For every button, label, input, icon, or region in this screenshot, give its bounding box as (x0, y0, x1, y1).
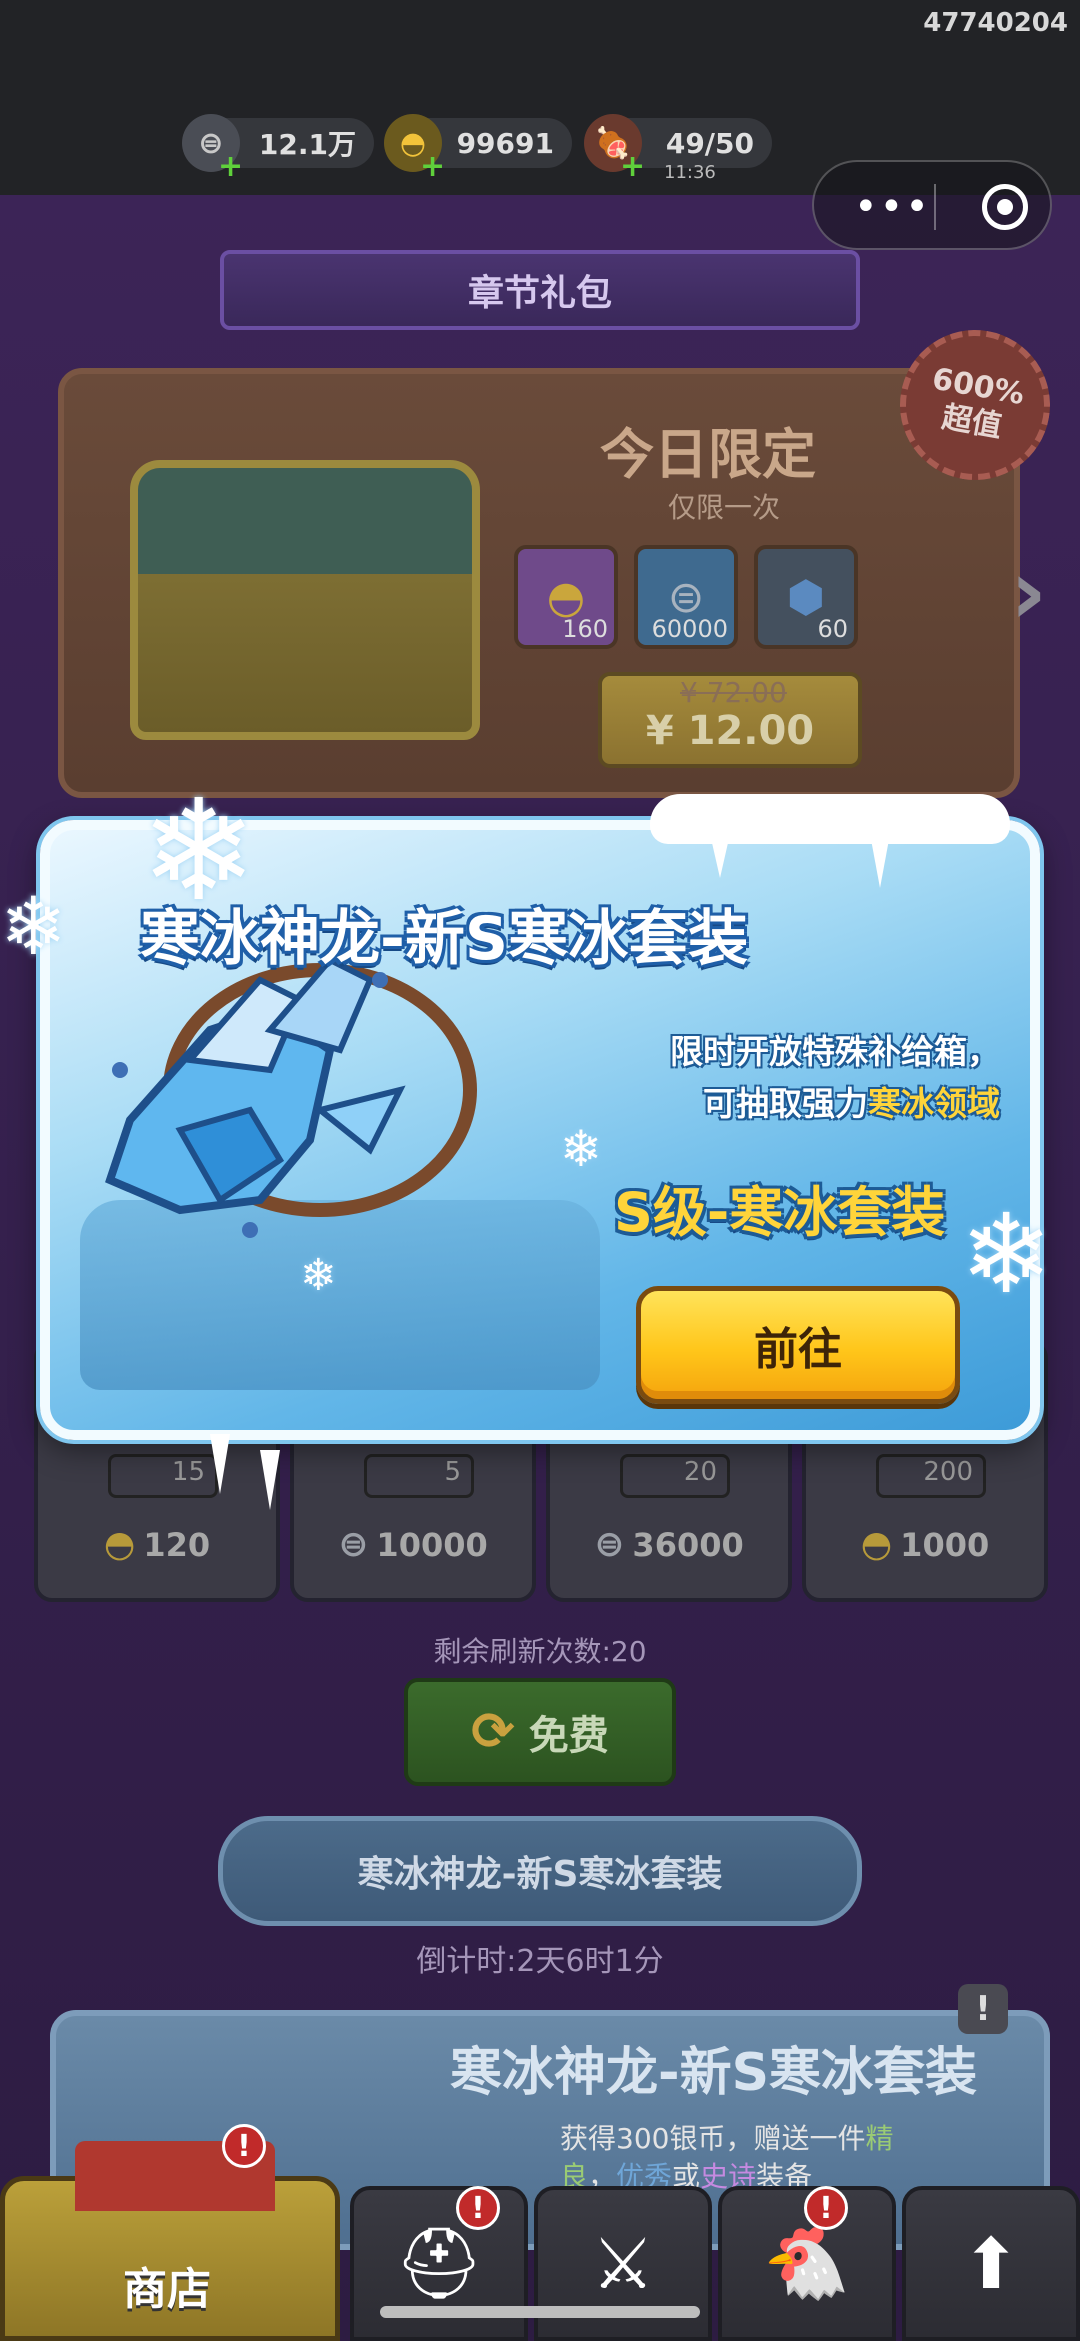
reward-qty: 160 (562, 615, 608, 643)
offer-title: 今日限定 (600, 423, 816, 486)
silver-coin-icon: ⊜ (338, 1524, 369, 1565)
gold-resource[interactable]: ◓ 99691 + (384, 114, 572, 184)
item-price: ◓ 120 (103, 1524, 211, 1565)
snowflake-icon: ❄ (0, 880, 68, 973)
popup-desc-line1: 限时开放特殊补给箱， (670, 1032, 1000, 1071)
alert-icon: ! (958, 1984, 1008, 2034)
event-card-desc: 获得300银币，赠送一件精良，优秀或史诗装备 (560, 2122, 894, 2193)
chicken-hero-icon: 🐔 (763, 2222, 851, 2304)
shop-alert-badge: ! (222, 2124, 266, 2168)
add-silver-icon[interactable]: + (218, 149, 243, 184)
icicle (260, 1450, 280, 1510)
go-button-label: 前往 (754, 1324, 842, 1375)
hero-alert-badge: ! (804, 2186, 848, 2230)
reward-qty: 60000 (651, 615, 728, 643)
home-indicator[interactable] (380, 2306, 700, 2318)
close-miniprogram-icon[interactable] (982, 184, 1028, 230)
capsule-divider (934, 184, 936, 230)
go-button[interactable]: 前往 (636, 1286, 960, 1404)
snowflake-icon: ❄ (300, 1250, 337, 1301)
offer-subtitle: 仅限一次 (668, 491, 781, 524)
gold-ingot-icon: ◓ (103, 1524, 136, 1565)
add-gold-icon[interactable]: + (420, 149, 445, 184)
silver-coin-icon: ⊜ (594, 1524, 625, 1565)
more-menu-icon[interactable]: ••• (854, 187, 931, 227)
treasure-chest-image (130, 460, 480, 740)
chapter-pack-banner: 章节礼包 (220, 250, 860, 330)
helmet-icon: ⛑ (394, 2222, 484, 2304)
gold-ingot-icon: ◓ (860, 1524, 893, 1565)
item-count: 5 (364, 1454, 474, 1498)
event-banner: 寒冰神龙-新S寒冰套装 (218, 1816, 862, 1926)
snowflake-icon: ❄ (960, 1190, 1053, 1318)
next-page-arrow-icon[interactable]: › (1010, 540, 1047, 645)
item-count: 20 (620, 1454, 730, 1498)
silver-resource[interactable]: ⊜ 12.1万 + (182, 114, 374, 184)
stamina-value: 49/50 (665, 126, 754, 160)
icicle (710, 834, 730, 878)
item-price: ◓ 1000 (860, 1524, 990, 1565)
stamina-timer: 11:36 (664, 162, 716, 183)
event-card-title: 寒冰神龙-新S寒冰套装 (450, 2043, 978, 2103)
popup-title: 寒冰神龙-新S寒冰套装 (140, 904, 749, 974)
popup-description: 限时开放特殊补给箱， 可抽取强力寒冰领域 (560, 1026, 1000, 1130)
event-countdown: 倒计时:2天6时1分 (416, 1944, 664, 1979)
free-refresh-label: 免费 (528, 1713, 609, 1759)
nav-upgrade-tab[interactable]: ⬆ (902, 2186, 1080, 2341)
item-count: 15 (108, 1454, 218, 1498)
refresh-remaining: 剩余刷新次数:20 (433, 1635, 647, 1668)
item-price: ⊜ 10000 (338, 1524, 488, 1565)
item-price: ⊜ 36000 (594, 1524, 744, 1565)
icicle (870, 834, 890, 888)
helmet-alert-badge: ! (456, 2186, 500, 2230)
snow-cap (650, 794, 1010, 844)
silver-value: 12.1万 (258, 128, 356, 161)
crossed-swords-icon: ⚔ (591, 2222, 655, 2305)
item-count: 200 (876, 1454, 986, 1498)
miniprogram-capsule: ••• (812, 160, 1052, 250)
upgrade-icon: ⬆ (961, 2222, 1021, 2305)
popup-desc-line2: 可抽取强力寒冰领域 (703, 1084, 1000, 1123)
offer-price: ¥ 12.00 (645, 708, 815, 754)
popup-grade: S级-寒冰套装 (614, 1181, 946, 1244)
reward-gem[interactable]: ⬢ 60 (754, 545, 858, 649)
free-refresh-button[interactable]: ⟳ 免费 (404, 1678, 676, 1786)
ice-dragon-helmet-image (105, 956, 477, 1238)
reward-gold[interactable]: ◓ 160 (514, 545, 618, 649)
reward-silver[interactable]: ⊜ 60000 (634, 545, 738, 649)
nav-shop-tab[interactable]: 商店 (0, 2141, 340, 2341)
stamina-resource[interactable]: 🍖 49/50 + (584, 114, 772, 184)
player-id: 47740204 (923, 8, 1068, 38)
refresh-icon: ⟳ (471, 1702, 515, 1762)
nav-shop-label: 商店 (123, 2264, 211, 2315)
gold-value: 99691 (456, 126, 554, 160)
original-price: ¥ 72.00 (680, 676, 787, 709)
icicle (210, 1434, 230, 1494)
add-stamina-icon[interactable]: + (620, 149, 645, 184)
reward-qty: 60 (817, 615, 848, 643)
